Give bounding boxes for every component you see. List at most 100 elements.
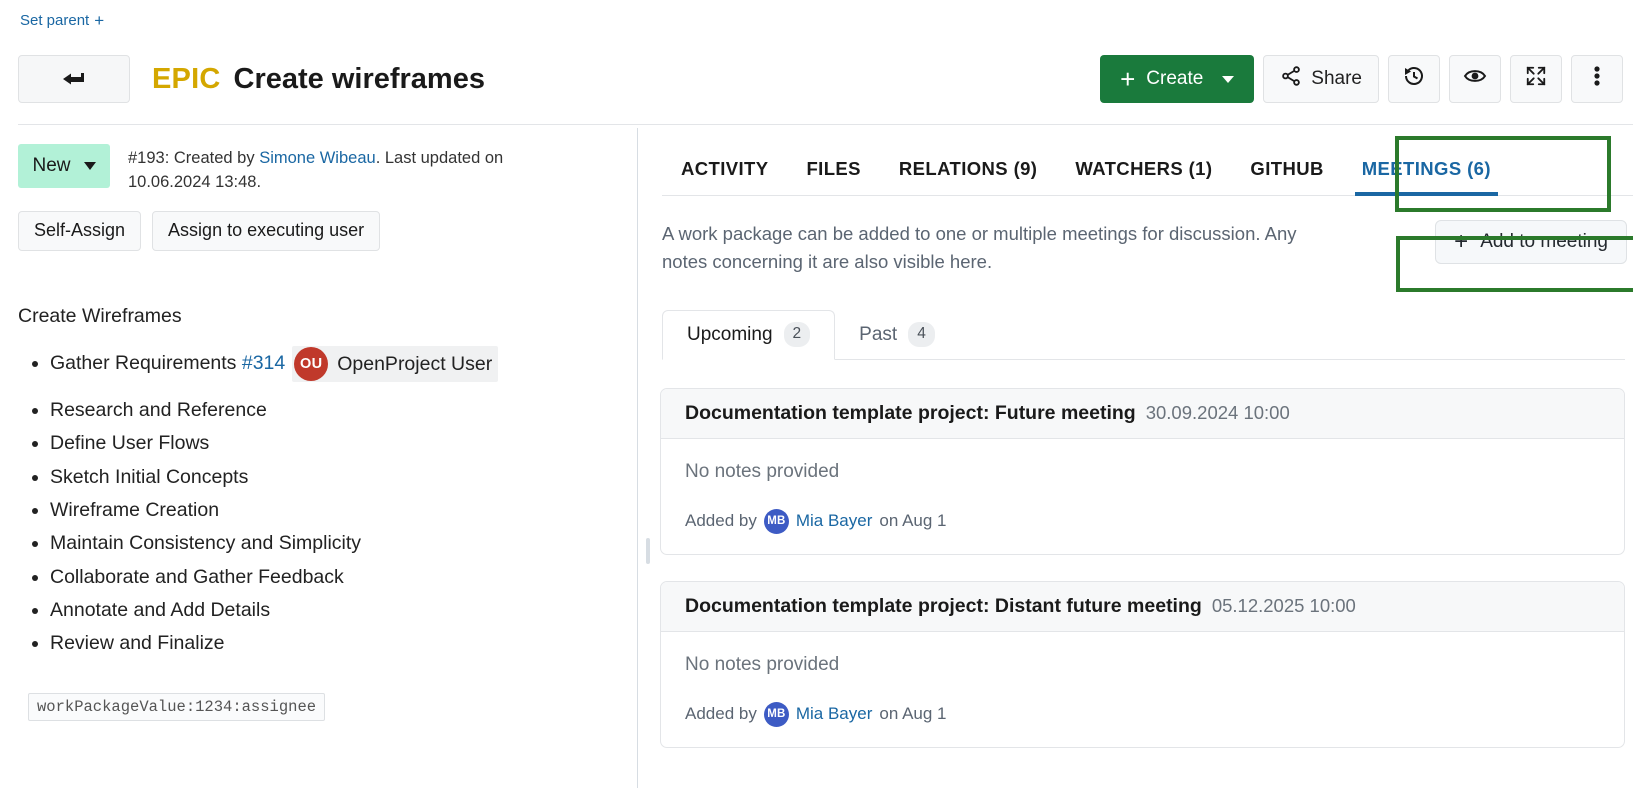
added-on-date: on Aug 1 — [879, 511, 946, 531]
tab-relations[interactable]: RELATIONS (9) — [880, 158, 1056, 196]
meeting-added-by-row: Added by MB Mia Bayer on Aug 1 — [685, 509, 1600, 534]
subtab-past-label: Past — [859, 324, 897, 346]
list-item: Maintain Consistency and Simplicity — [50, 531, 619, 555]
meeting-card-body: No notes provided Added by MB Mia Bayer … — [661, 632, 1624, 747]
back-button[interactable] — [18, 55, 130, 103]
fullscreen-button[interactable] — [1510, 55, 1562, 103]
time-history-icon — [1402, 64, 1426, 94]
fullscreen-expand-icon — [1525, 65, 1547, 93]
list-item: Review and Finalize — [50, 631, 619, 655]
list-item: Wireframe Creation — [50, 498, 619, 522]
list-item-text: Collaborate and Gather Feedback — [50, 566, 344, 588]
back-arrow-icon — [61, 71, 87, 87]
status-label: New — [32, 155, 70, 177]
list-item-text: Define User Flows — [50, 432, 209, 454]
assign-to-executing-user-button[interactable]: Assign to executing user — [152, 211, 380, 251]
add-to-meeting-button[interactable]: + Add to meeting — [1435, 220, 1627, 264]
page-title: EPIC Create wireframes — [152, 63, 485, 96]
chevron-down-icon — [1222, 76, 1234, 83]
list-item: Sketch Initial Concepts — [50, 465, 619, 489]
subtab-past-count: 4 — [908, 322, 935, 346]
avatar: MB — [764, 702, 789, 727]
list-item: Research and Reference — [50, 398, 619, 422]
create-button[interactable]: + Create — [1100, 55, 1254, 103]
tab-files[interactable]: FILES — [787, 158, 879, 196]
meetings-intro-text: A work package can be added to one or mu… — [662, 220, 1332, 276]
meeting-date: 30.09.2024 10:00 — [1146, 402, 1290, 424]
plus-icon: + — [1454, 230, 1468, 254]
description-list: Gather Requirements #314 OU OpenProject Us… — [18, 346, 619, 656]
set-parent-link[interactable]: Set parent + — [20, 12, 104, 29]
list-item-text: Gather Requirements — [50, 352, 236, 374]
assign-buttons-row: Self-Assign Assign to executing user — [18, 211, 619, 251]
watch-button[interactable] — [1449, 55, 1501, 103]
author-link[interactable]: Simone Wibeau — [259, 149, 375, 167]
activity-history-button[interactable] — [1388, 55, 1440, 103]
plus-icon: + — [94, 12, 104, 29]
macro-chip: workPackageValue:1234:assignee — [28, 693, 325, 721]
list-item-text: Review and Finalize — [50, 632, 225, 654]
pane-splitter[interactable] — [637, 128, 638, 788]
self-assign-button[interactable]: Self-Assign — [18, 211, 141, 251]
meeting-card[interactable]: Documentation template project: Distant … — [660, 581, 1625, 748]
meeting-title[interactable]: Documentation template project: Distant … — [685, 595, 1202, 618]
added-by-prefix: Added by — [685, 704, 757, 724]
share-button[interactable]: Share — [1263, 55, 1379, 103]
work-package-type: EPIC — [152, 63, 221, 96]
create-button-label: Create — [1146, 68, 1203, 90]
work-package-details-pane: New #193: Created by Simone Wibeau. Last… — [0, 128, 637, 788]
meeting-date: 05.12.2025 10:00 — [1212, 595, 1356, 617]
tab-github[interactable]: GITHUB — [1231, 158, 1342, 196]
added-by-prefix: Added by — [685, 511, 757, 531]
subtab-upcoming[interactable]: Upcoming 2 — [662, 310, 835, 360]
status-badge[interactable]: New — [18, 144, 110, 188]
status-and-meta-row: New #193: Created by Simone Wibeau. Last… — [18, 144, 619, 195]
meeting-notes: No notes provided — [685, 654, 1600, 676]
work-package-subject: Create wireframes — [234, 63, 485, 96]
plus-icon: + — [1120, 66, 1135, 92]
created-by-prefix: Created by — [174, 149, 255, 167]
meeting-card-header: Documentation template project: Distant … — [661, 582, 1624, 632]
added-by-user-link[interactable]: Mia Bayer — [796, 704, 873, 724]
user-mention-chip[interactable]: OU OpenProject User — [292, 346, 498, 382]
description-title: Create Wireframes — [18, 305, 619, 328]
header-actions: + Create Share — [1100, 55, 1623, 103]
meeting-card-body: No notes provided Added by MB Mia Bayer … — [661, 439, 1624, 554]
subtab-past[interactable]: Past 4 — [835, 310, 959, 360]
add-to-meeting-label: Add to meeting — [1480, 231, 1608, 253]
avatar: MB — [764, 509, 789, 534]
list-item-text: Research and Reference — [50, 399, 267, 421]
meeting-card[interactable]: Documentation template project: Future m… — [660, 388, 1625, 555]
tab-activity[interactable]: ACTIVITY — [662, 158, 787, 196]
more-vertical-dots-icon — [1593, 64, 1601, 94]
tab-bar: ACTIVITY FILES RELATIONS (9) WATCHERS (1… — [662, 128, 1633, 196]
more-options-button[interactable] — [1571, 55, 1623, 103]
avatar: OU — [294, 347, 328, 381]
tab-watchers[interactable]: WATCHERS (1) — [1056, 158, 1231, 196]
added-by-user-link[interactable]: Mia Bayer — [796, 511, 873, 531]
meeting-title[interactable]: Documentation template project: Future m… — [685, 402, 1136, 425]
tab-meetings[interactable]: MEETINGS (6) — [1343, 158, 1510, 196]
meetings-intro-row: A work package can be added to one or mu… — [660, 220, 1633, 276]
meeting-added-by-row: Added by MB Mia Bayer on Aug 1 — [685, 702, 1600, 727]
subtab-upcoming-label: Upcoming — [687, 324, 773, 346]
work-package-id: #193: — [128, 149, 169, 167]
pane-splitter-handle[interactable] — [646, 538, 650, 564]
work-package-tabs-pane: ACTIVITY FILES RELATIONS (9) WATCHERS (1… — [660, 128, 1633, 788]
mention-name: OpenProject User — [337, 352, 492, 376]
work-package-reference-link[interactable]: #314 — [242, 352, 285, 374]
subtab-upcoming-count: 2 — [784, 322, 811, 346]
meeting-notes: No notes provided — [685, 461, 1600, 483]
list-item-text: Wireframe Creation — [50, 499, 219, 521]
work-package-header: EPIC Create wireframes + Create Share — [0, 50, 1633, 108]
list-item-text: Sketch Initial Concepts — [50, 466, 248, 488]
list-item: Collaborate and Gather Feedback — [50, 565, 619, 589]
header-divider — [18, 124, 1633, 125]
list-item-text: Maintain Consistency and Simplicity — [50, 532, 361, 554]
list-item-text: Annotate and Add Details — [50, 599, 270, 621]
work-package-meta: #193: Created by Simone Wibeau. Last upd… — [128, 144, 508, 195]
eye-watch-icon — [1463, 67, 1487, 91]
meetings-subtab-bar: Upcoming 2 Past 4 — [662, 310, 1633, 360]
list-item: Annotate and Add Details — [50, 598, 619, 622]
chevron-down-icon — [84, 162, 96, 170]
